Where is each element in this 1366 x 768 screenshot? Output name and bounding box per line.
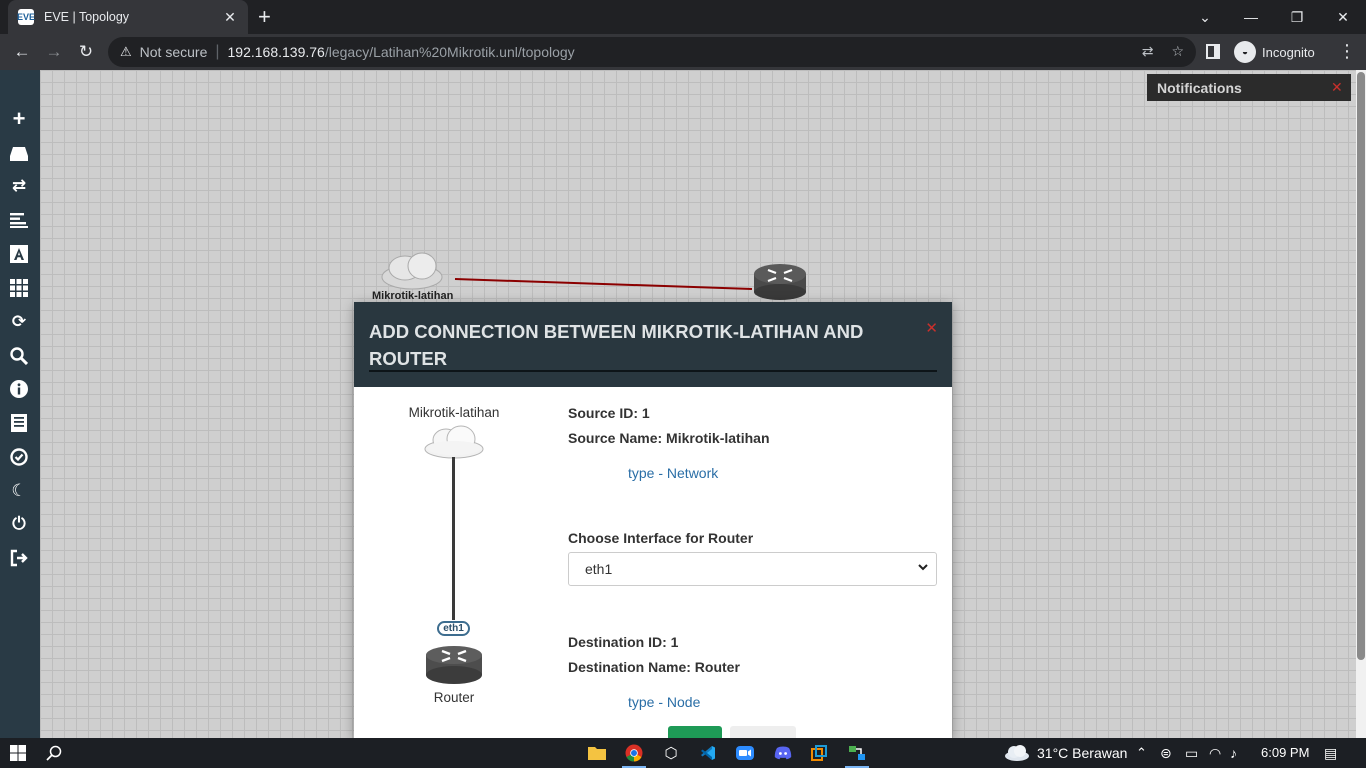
notifications-title[interactable]: Notifications (1157, 80, 1331, 96)
tray-chevron-icon[interactable]: ⌃ (1136, 745, 1147, 761)
zoom-icon[interactable] (8, 345, 30, 367)
startup-configs-icon[interactable] (8, 209, 30, 231)
bookmark-star-icon[interactable]: ☆ (1171, 43, 1184, 60)
warning-triangle-icon[interactable]: ⚠ (120, 44, 132, 60)
info-icon[interactable] (8, 378, 30, 400)
search-icon[interactable] (42, 742, 66, 764)
browser-tab-strip: EVE EVE | Topology ✕ + ⌄ — ❐ ✕ (0, 0, 1366, 34)
connection-diagram: Mikrotik-latihan eth1 Router (354, 387, 554, 738)
interface-badge: eth1 (437, 621, 470, 636)
windows-start-icon[interactable] (6, 742, 30, 764)
cloud-node-icon[interactable] (381, 252, 443, 290)
dest-node-label: Router (433, 690, 475, 705)
file-explorer-icon[interactable] (585, 742, 609, 764)
logout-icon[interactable] (8, 547, 30, 569)
discord-icon[interactable] (771, 742, 795, 764)
modal-header: ADD CONNECTION BETWEEN MIKROTIK-LATIHAN … (354, 302, 952, 387)
networks-icon[interactable]: ⇄ (8, 175, 30, 197)
chevron-down-icon (918, 564, 928, 571)
network-app-icon[interactable] (845, 742, 869, 764)
eve-sidebar: + ⇄ ⟳ ☾ ⏻ (0, 70, 40, 738)
interface-select[interactable]: eth1 (568, 552, 937, 586)
translate-icon[interactable]: ⇄ (1142, 43, 1154, 60)
url-path: /legacy/Latihan%20Mikrotik.unl/topology (324, 44, 575, 60)
chrome-menu-icon[interactable]: ⋮ (1338, 42, 1356, 60)
vmware-icon[interactable] (807, 742, 831, 764)
address-bar[interactable]: ⚠ Not secure | 192.168.139.76 /legacy/La… (108, 37, 1196, 67)
chrome-icon[interactable] (622, 742, 646, 764)
refresh-icon[interactable]: ⟳ (8, 311, 30, 333)
connection-line[interactable] (454, 278, 753, 290)
modal-close-icon[interactable]: ✕ (925, 319, 938, 337)
reload-icon[interactable]: ↻ (74, 40, 98, 64)
router-node-icon[interactable] (754, 264, 806, 300)
browser-tab[interactable]: EVE EVE | Topology ✕ (8, 0, 248, 34)
page-scrollbar-thumb[interactable] (1357, 72, 1365, 660)
tab-search-icon[interactable]: ⌄ (1182, 0, 1228, 34)
interface-select-value: eth1 (585, 561, 613, 577)
omnibox-actions: ⇄ ☆ (1142, 43, 1184, 60)
lab-details-icon[interactable] (8, 412, 30, 434)
dark-mode-icon[interactable]: ☾ (8, 480, 30, 502)
destination-name: Destination Name: Router (568, 659, 740, 675)
tray-app-icon[interactable]: ⊜ (1160, 745, 1172, 762)
restore-button[interactable]: ❐ (1274, 0, 1320, 34)
browser-toolbar: ← → ↻ ⚠ Not secure | 192.168.139.76 /leg… (0, 34, 1366, 70)
add-object-icon[interactable]: + (8, 106, 30, 131)
destination-type: type - Node (628, 694, 701, 710)
weather-cloud-icon[interactable] (1004, 744, 1030, 761)
minimize-button[interactable]: — (1228, 0, 1274, 34)
nodes-icon[interactable] (8, 142, 30, 164)
source-type: type - Network (628, 465, 719, 481)
incognito-profile-button[interactable]: ◒ Incognito (1234, 39, 1315, 65)
notifications-panel: Notifications ✕ (1147, 74, 1351, 101)
address-separator: | (215, 43, 220, 60)
eve-favicon-icon: EVE (17, 9, 35, 25)
profile-label: Incognito (1262, 44, 1315, 60)
status-icon[interactable] (8, 277, 30, 299)
weather-text[interactable]: 31°C Berawan (1037, 745, 1127, 761)
close-window-button[interactable]: ✕ (1320, 0, 1366, 34)
zoom-app-icon[interactable] (733, 742, 757, 764)
destination-id: Destination ID: 1 (568, 634, 679, 650)
windows-taskbar: ⬡ 31°C Berawan ⌃ ⊜ ▭ ◠ ♪ 6:09 PM ▤ (0, 738, 1366, 768)
wifi-icon[interactable]: ◠ (1209, 745, 1221, 762)
save-button[interactable] (668, 726, 722, 738)
security-label[interactable]: Not secure (140, 44, 208, 60)
cloud-node-label[interactable]: Mikrotik-latihan (372, 290, 453, 302)
source-node-label: Mikrotik-latihan (408, 405, 500, 420)
tab-title: EVE | Topology (44, 10, 130, 24)
clock-time[interactable]: 6:09 PM (1261, 745, 1309, 760)
cloud-icon (424, 425, 484, 459)
url-host: 192.168.139.76 (227, 44, 325, 60)
back-icon[interactable]: ← (10, 40, 34, 64)
incognito-icon: ◒ (1234, 41, 1256, 63)
text-icon[interactable] (8, 243, 30, 265)
tab-close-icon[interactable]: ✕ (222, 9, 238, 26)
cancel-button[interactable] (730, 726, 796, 738)
router-icon (426, 646, 482, 684)
forward-icon[interactable]: → (42, 40, 66, 64)
add-connection-modal: ADD CONNECTION BETWEEN MIKROTIK-LATIHAN … (354, 302, 952, 738)
choose-interface-label: Choose Interface for Router (568, 530, 754, 546)
power-icon[interactable]: ⏻ (8, 513, 30, 535)
source-id: Source ID: 1 (568, 405, 650, 421)
volume-icon[interactable]: ♪ (1230, 745, 1237, 761)
modal-header-divider (369, 370, 937, 372)
connection-link-line (452, 457, 455, 620)
lock-icon[interactable] (8, 446, 30, 468)
virtualbox-icon[interactable]: ⬡ (659, 742, 683, 764)
action-center-icon[interactable]: ▤ (1324, 745, 1337, 762)
tray-battery-icon[interactable]: ▭ (1185, 745, 1198, 762)
side-panel-icon[interactable] (1206, 44, 1220, 59)
new-tab-button[interactable]: + (258, 6, 271, 28)
notifications-close-icon[interactable]: ✕ (1331, 79, 1351, 96)
source-name: Source Name: Mikrotik-latihan (568, 430, 770, 446)
vscode-icon[interactable] (696, 742, 720, 764)
modal-title: ADD CONNECTION BETWEEN MIKROTIK-LATIHAN … (369, 321, 864, 369)
